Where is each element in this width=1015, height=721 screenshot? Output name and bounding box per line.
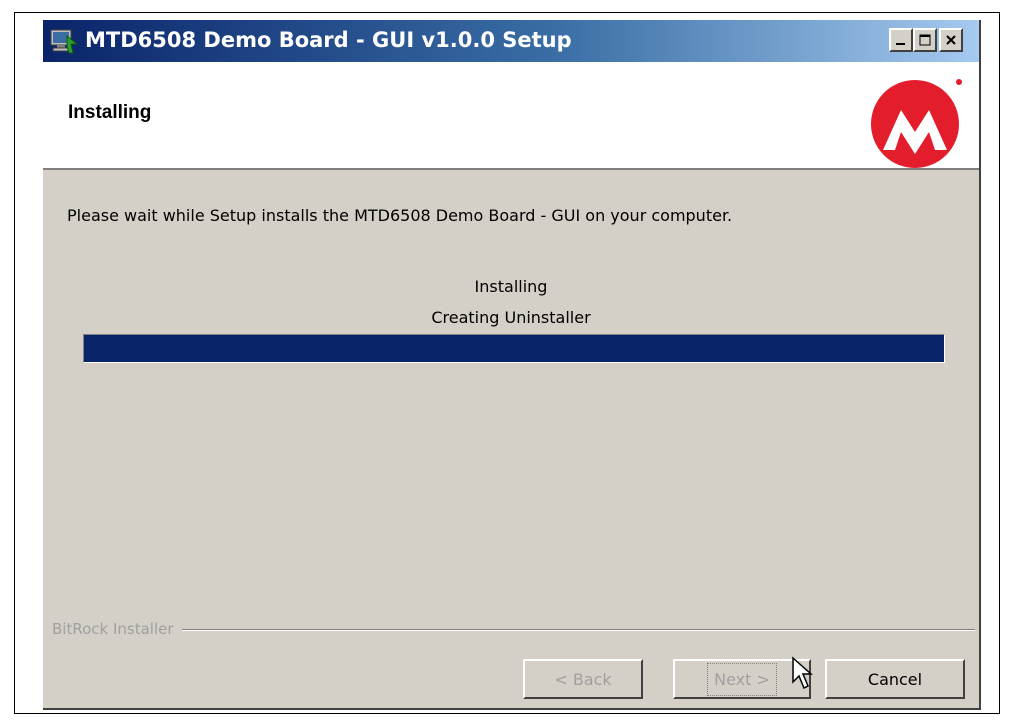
cancel-button[interactable]: Cancel xyxy=(825,659,965,699)
maximize-icon xyxy=(919,34,931,46)
close-button[interactable] xyxy=(939,28,963,52)
status-detail: Creating Uninstaller xyxy=(431,308,591,327)
back-button[interactable]: < Back xyxy=(523,659,643,699)
close-icon xyxy=(946,35,956,45)
title-bar[interactable]: MTD6508 Demo Board - GUI v1.0.0 Setup xyxy=(43,20,979,62)
minimize-icon xyxy=(896,43,905,45)
footer-divider xyxy=(52,629,975,631)
page-title: Installing xyxy=(68,102,152,123)
install-description: Please wait while Setup installs the MTD… xyxy=(67,206,733,225)
back-button-label: < Back xyxy=(554,669,612,689)
cancel-button-label: Cancel xyxy=(867,669,923,689)
progress-fill xyxy=(84,335,944,362)
mouse-pointer-icon xyxy=(792,656,813,690)
setup-window: MTD6508 Demo Board - GUI v1.0.0 Setup In… xyxy=(43,20,981,710)
setup-app-icon xyxy=(50,29,79,54)
next-button-label: Next > xyxy=(707,662,777,696)
microchip-logo xyxy=(871,79,962,168)
status-heading: Installing xyxy=(474,277,548,296)
maximize-button[interactable] xyxy=(913,28,937,52)
window-title: MTD6508 Demo Board - GUI v1.0.0 Setup xyxy=(85,28,572,52)
install-progress-bar xyxy=(83,334,945,363)
wizard-header: Installing xyxy=(43,62,979,170)
minimize-button[interactable] xyxy=(889,28,913,52)
installer-brand-label: BitRock Installer xyxy=(52,620,182,638)
